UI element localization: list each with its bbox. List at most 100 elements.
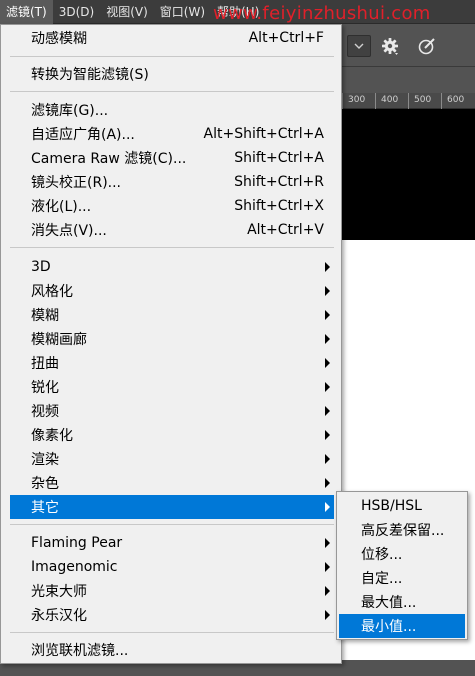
menu-item-3d[interactable]: 3D xyxy=(10,255,334,279)
menu-item-label: 浏览联机滤镜... xyxy=(31,643,129,659)
menu-separator xyxy=(10,56,334,57)
document-canvas[interactable] xyxy=(342,109,475,240)
menu-item-beam-master[interactable]: 光束大师 xyxy=(10,579,334,603)
menu-item-liquify[interactable]: 液化(L)... Shift+Ctrl+X xyxy=(10,194,334,218)
menu-item-label: 模糊画廊 xyxy=(31,332,87,348)
menu-item-filter-gallery[interactable]: 滤镜库(G)... xyxy=(10,98,334,122)
chevron-right-icon xyxy=(325,538,330,548)
menu-item-imagenomic[interactable]: Imagenomic xyxy=(10,555,334,579)
menu-item-other[interactable]: 其它 xyxy=(10,495,334,519)
chevron-right-icon xyxy=(325,478,330,488)
chevron-right-icon xyxy=(325,502,330,512)
submenu-item-hsb-hsl[interactable]: HSB/HSL xyxy=(339,494,465,518)
menu-item-sharpen[interactable]: 锐化 xyxy=(10,375,334,399)
chevron-down-icon xyxy=(354,43,364,49)
submenu-item-label: 位移... xyxy=(361,547,403,563)
menu-item-label: 液化(L)... xyxy=(31,199,92,215)
menu-item-shortcut: Shift+Ctrl+R xyxy=(234,174,324,190)
menu-item-label: 滤镜库(G)... xyxy=(31,103,109,119)
menu-item-browse-online-filters[interactable]: 浏览联机滤镜... xyxy=(10,638,334,662)
menu-item-label: 光束大师 xyxy=(31,584,87,600)
menubar-item-window[interactable]: 窗口(W) xyxy=(154,0,211,24)
menu-item-label: Camera Raw 滤镜(C)... xyxy=(31,151,187,167)
menu-item-label: Flaming Pear xyxy=(31,535,123,551)
menu-item-label: 杂色 xyxy=(31,476,59,492)
chevron-right-icon xyxy=(325,610,330,620)
ruler-label: 500 xyxy=(414,95,432,105)
chevron-right-icon xyxy=(325,562,330,572)
chevron-right-icon xyxy=(325,406,330,416)
brush-settings-icon[interactable] xyxy=(415,34,439,58)
menu-item-label: 视频 xyxy=(31,404,59,420)
chevron-right-icon xyxy=(325,310,330,320)
menu-item-vanishing-point[interactable]: 消失点(V)... Alt+Ctrl+V xyxy=(10,218,334,242)
gear-icon[interactable] xyxy=(378,34,402,58)
menu-item-label: 永乐汉化 xyxy=(31,608,87,624)
menu-separator xyxy=(10,247,334,248)
menu-item-shortcut: Alt+Ctrl+F xyxy=(248,30,324,46)
ruler-tick xyxy=(342,93,343,109)
menubar-item-3d[interactable]: 3D(D) xyxy=(53,0,100,24)
menu-separator xyxy=(10,632,334,633)
menu-item-label: 锐化 xyxy=(31,380,59,396)
submenu-item-label: 自定... xyxy=(361,571,403,587)
menu-separator xyxy=(10,524,334,525)
chevron-right-icon xyxy=(325,262,330,272)
ruler-tick xyxy=(441,93,442,109)
submenu-item-offset[interactable]: 位移... xyxy=(339,542,465,566)
menu-item-label: 模糊 xyxy=(31,308,59,324)
menu-item-blur[interactable]: 模糊 xyxy=(10,303,334,327)
other-submenu: HSB/HSL 高反差保留... 位移... 自定... 最大值... 最小值.… xyxy=(336,491,468,640)
ruler-label: 300 xyxy=(348,95,366,105)
filter-menu: 动感模糊 Alt+Ctrl+F 转换为智能滤镜(S) 滤镜库(G)... 自适应… xyxy=(0,24,342,664)
submenu-item-custom[interactable]: 自定... xyxy=(339,566,465,590)
submenu-item-label: 最小值... xyxy=(361,619,417,635)
submenu-item-label: HSB/HSL xyxy=(361,498,422,514)
menu-item-label: 其它 xyxy=(31,500,59,516)
menu-item-shortcut: Alt+Ctrl+V xyxy=(247,222,324,238)
chevron-right-icon xyxy=(325,430,330,440)
menu-item-yongle-hanhua[interactable]: 永乐汉化 xyxy=(10,603,334,627)
menu-item-video[interactable]: 视频 xyxy=(10,399,334,423)
chevron-right-icon xyxy=(325,586,330,596)
menu-item-shortcut: Shift+Ctrl+X xyxy=(234,198,324,214)
submenu-item-maximum[interactable]: 最大值... xyxy=(339,590,465,614)
menu-item-blur-gallery[interactable]: 模糊画廊 xyxy=(10,327,334,351)
chevron-right-icon xyxy=(325,358,330,368)
ruler-tick xyxy=(408,93,409,109)
menu-item-distort[interactable]: 扭曲 xyxy=(10,351,334,375)
menu-item-label: 风格化 xyxy=(31,284,73,300)
submenu-item-minimum[interactable]: 最小值... xyxy=(339,614,465,638)
menu-item-label: 像素化 xyxy=(31,428,73,444)
options-dropdown[interactable] xyxy=(347,35,371,57)
menu-item-stylize[interactable]: 风格化 xyxy=(10,279,334,303)
menubar-item-help[interactable]: 帮助(H) xyxy=(211,0,265,24)
photoshop-window: 滤镜(T) 3D(D) 视图(V) 窗口(W) 帮助(H) 300 400 50… xyxy=(0,0,475,676)
submenu-item-label: 高反差保留... xyxy=(361,523,445,539)
menu-item-motion-blur[interactable]: 动感模糊 Alt+Ctrl+F xyxy=(10,26,334,50)
menubar-item-filter[interactable]: 滤镜(T) xyxy=(0,0,53,24)
chevron-right-icon xyxy=(325,454,330,464)
menu-item-lens-correction[interactable]: 镜头校正(R)... Shift+Ctrl+R xyxy=(10,170,334,194)
menu-item-pixelate[interactable]: 像素化 xyxy=(10,423,334,447)
menu-item-shortcut: Alt+Shift+Ctrl+A xyxy=(203,126,324,142)
chevron-right-icon xyxy=(325,334,330,344)
menu-item-adaptive-wide-angle[interactable]: 自适应广角(A)... Alt+Shift+Ctrl+A xyxy=(10,122,334,146)
menu-item-label: 自适应广角(A)... xyxy=(31,127,135,143)
menu-item-label: 转换为智能滤镜(S) xyxy=(31,67,149,83)
menu-item-camera-raw[interactable]: Camera Raw 滤镜(C)... Shift+Ctrl+A xyxy=(10,146,334,170)
menu-item-convert-smart-filter[interactable]: 转换为智能滤镜(S) xyxy=(10,62,334,86)
menu-item-noise[interactable]: 杂色 xyxy=(10,471,334,495)
chevron-right-icon xyxy=(325,382,330,392)
chevron-right-icon xyxy=(325,286,330,296)
menu-item-label: Imagenomic xyxy=(31,559,118,575)
menu-item-render[interactable]: 渲染 xyxy=(10,447,334,471)
menu-item-label: 3D xyxy=(31,259,51,275)
menu-item-shortcut: Shift+Ctrl+A xyxy=(234,150,324,166)
menu-item-flaming-pear[interactable]: Flaming Pear xyxy=(10,531,334,555)
menubar-item-view[interactable]: 视图(V) xyxy=(100,0,154,24)
submenu-item-label: 最大值... xyxy=(361,595,417,611)
submenu-item-high-pass[interactable]: 高反差保留... xyxy=(339,518,465,542)
menu-item-label: 扭曲 xyxy=(31,356,59,372)
horizontal-ruler: 300 400 500 600 xyxy=(342,93,475,109)
